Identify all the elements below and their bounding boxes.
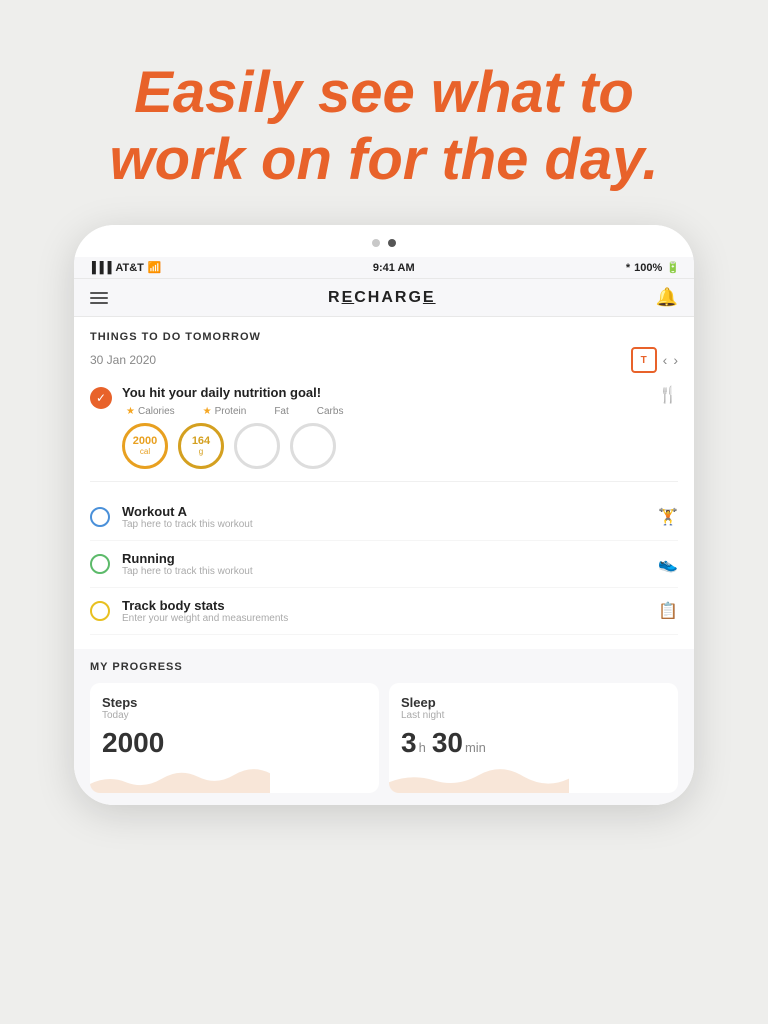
steps-sub: Today <box>102 710 367 721</box>
carbs-circle[interactable] <box>290 423 336 469</box>
steps-value: 2000 <box>102 727 367 759</box>
nutrition-details: You hit your daily nutrition goal! ★ Cal… <box>122 385 658 469</box>
bluetooth-icon: * <box>626 262 630 274</box>
macro-labels: ★ Calories ★ Protein Fat Carbs <box>126 406 658 417</box>
app-content: THINGS TO DO TOMORROW 30 Jan 2020 T ‹ › … <box>74 317 694 649</box>
nutrition-row: ✓ You hit your daily nutrition goal! ★ C… <box>90 385 678 482</box>
sleep-value: 3 h 30 min <box>401 727 666 759</box>
label-calories: ★ Calories <box>126 406 175 417</box>
progress-section: MY PROGRESS Steps Today 2000 Sleep La <box>74 649 694 805</box>
sleep-sub: Last night <box>401 710 666 721</box>
steps-number: 2000 <box>102 727 164 759</box>
section-date-row: 30 Jan 2020 T ‹ › <box>90 347 678 373</box>
hero-section: Easily see what to work on for the day. <box>50 60 719 193</box>
dot-2[interactable] <box>388 239 396 247</box>
hero-line2: work on for the day. <box>110 127 659 192</box>
task-title-bodystats: Track body stats <box>122 598 658 613</box>
status-time: 9:41 AM <box>373 262 415 274</box>
bodystats-icon: 📋 <box>658 601 678 621</box>
task-text-workout: Workout A Tap here to track this workout <box>122 504 658 530</box>
battery-label: 100% <box>634 262 662 274</box>
task-sub-bodystats: Enter your weight and measurements <box>122 613 658 624</box>
wifi-icon: 📶 <box>148 261 162 274</box>
next-arrow[interactable]: › <box>673 352 678 368</box>
macro-circles: 2000 cal 164 g <box>122 423 658 469</box>
sleep-hours: 3 <box>401 727 417 759</box>
task-text-bodystats: Track body stats Enter your weight and m… <box>122 598 658 624</box>
hero-title: Easily see what to work on for the day. <box>110 60 659 193</box>
task-row-bodystats[interactable]: Track body stats Enter your weight and m… <box>90 588 678 635</box>
dot-1[interactable] <box>372 239 380 247</box>
label-carbs: Carbs <box>317 406 344 417</box>
label-protein: ★ Protein <box>203 406 247 417</box>
sleep-minutes-unit: min <box>465 740 486 755</box>
task-row-workout[interactable]: Workout A Tap here to track this workout… <box>90 494 678 541</box>
date-nav: T ‹ › <box>631 347 678 373</box>
carousel-dots <box>74 225 694 257</box>
task-text-running: Running Tap here to track this workout <box>122 551 658 577</box>
label-fat: Fat <box>274 406 288 417</box>
nutrition-icon: 🍴 <box>658 385 678 405</box>
calories-circle[interactable]: 2000 cal <box>122 423 168 469</box>
nutrition-title: You hit your daily nutrition goal! <box>122 385 658 400</box>
carrier-label: AT&T <box>115 262 144 274</box>
section-date: 30 Jan 2020 <box>90 353 156 367</box>
battery-icon: 🔋 <box>666 261 680 274</box>
status-left: ▐▐▐ AT&T 📶 <box>88 261 162 274</box>
task-circle-bodystats <box>90 601 110 621</box>
protein-circle[interactable]: 164 g <box>178 423 224 469</box>
hero-line1: Easily see what to <box>134 60 634 125</box>
workout-icon: 🏋 <box>658 507 678 527</box>
progress-cards: Steps Today 2000 Sleep Last night 3 h <box>90 683 678 793</box>
task-title-running: Running <box>122 551 658 566</box>
page-wrapper: Easily see what to work on for the day. … <box>0 0 768 1024</box>
notification-bell[interactable]: 🔔 <box>656 287 678 308</box>
sleep-minutes: 30 <box>432 727 463 759</box>
task-sub-running: Tap here to track this workout <box>122 566 658 577</box>
hamburger-menu[interactable] <box>90 292 108 304</box>
today-badge[interactable]: T <box>631 347 657 373</box>
phone-frame: ▐▐▐ AT&T 📶 9:41 AM * 100% 🔋 RECHARGE 🔔 <box>74 225 694 805</box>
steps-label: Steps <box>102 695 367 710</box>
status-right: * 100% 🔋 <box>626 261 680 274</box>
check-icon: ✓ <box>90 387 112 409</box>
nav-bar: RECHARGE 🔔 <box>74 279 694 317</box>
prev-arrow[interactable]: ‹ <box>663 352 668 368</box>
task-circle-running <box>90 554 110 574</box>
section-title: THINGS TO DO TOMORROW <box>90 331 678 343</box>
progress-title: MY PROGRESS <box>90 661 678 673</box>
task-circle-workout <box>90 507 110 527</box>
signal-icon: ▐▐▐ <box>88 262 111 274</box>
task-title-workout: Workout A <box>122 504 658 519</box>
task-row-running[interactable]: Running Tap here to track this workout 👟 <box>90 541 678 588</box>
fat-circle[interactable] <box>234 423 280 469</box>
sleep-hours-unit: h <box>419 740 426 755</box>
app-title: RECHARGE <box>328 289 436 307</box>
sleep-label: Sleep <box>401 695 666 710</box>
task-sub-workout: Tap here to track this workout <box>122 519 658 530</box>
sleep-card[interactable]: Sleep Last night 3 h 30 min <box>389 683 678 793</box>
steps-card[interactable]: Steps Today 2000 <box>90 683 379 793</box>
running-icon: 👟 <box>658 554 678 574</box>
status-bar: ▐▐▐ AT&T 📶 9:41 AM * 100% 🔋 <box>74 257 694 279</box>
